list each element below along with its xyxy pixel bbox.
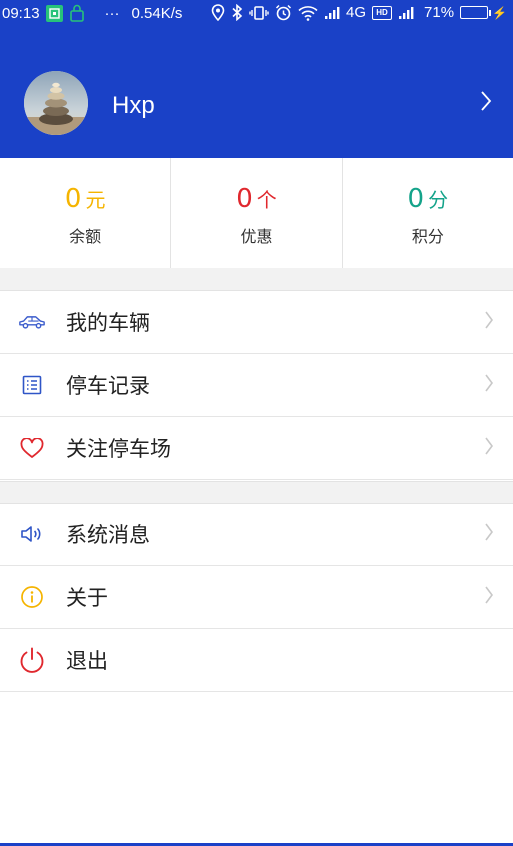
menu-item-followed-parking[interactable]: 关注停车场 — [0, 417, 513, 480]
menu-item-label: 系统消息 — [66, 523, 150, 547]
chevron-right-icon — [484, 373, 494, 397]
menu-group-vehicles: 我的车辆 停车记录 关注停车场 — [0, 291, 513, 480]
screenshot-notification-icon — [45, 4, 63, 22]
stat-label: 优惠 — [240, 227, 273, 246]
menu-item-system-messages[interactable]: 系统消息 — [0, 503, 513, 566]
chevron-right-icon — [484, 310, 494, 334]
car-icon — [18, 308, 46, 336]
battery-icon: ⚡ — [460, 6, 507, 20]
account-stats: 0元 余额 0个 优惠 0分 积分 — [0, 158, 513, 268]
stat-value: 0分 — [343, 184, 513, 215]
menu-group-system: 系统消息 关于 退出 — [0, 503, 513, 692]
vibrate-icon — [249, 5, 269, 21]
wifi-icon — [298, 5, 318, 21]
section-divider — [0, 268, 513, 291]
chevron-right-icon[interactable] — [480, 90, 492, 116]
list-icon — [18, 371, 46, 399]
bluetooth-icon — [231, 4, 243, 21]
network-type: 4G — [346, 4, 367, 21]
stat-number: 0 — [407, 184, 425, 214]
location-icon — [211, 4, 225, 21]
stat-coupons[interactable]: 0个 优惠 — [170, 158, 341, 268]
chevron-right-icon — [484, 585, 494, 609]
stat-balance[interactable]: 0元 余额 — [0, 158, 170, 268]
hd-badge: HD — [372, 5, 393, 20]
power-icon — [18, 646, 46, 674]
signal-icon — [324, 5, 344, 20]
status-bar: 09:13 ··· 0.54K/s 4G HD 71% ⚡ — [0, 0, 513, 26]
stat-unit: 分 — [428, 188, 449, 212]
menu-item-label: 我的车辆 — [66, 311, 150, 335]
stat-unit: 元 — [85, 188, 106, 212]
stat-points[interactable]: 0分 积分 — [341, 158, 513, 268]
alarm-icon — [275, 4, 292, 21]
section-divider — [0, 481, 513, 504]
menu-item-label: 关于 — [66, 586, 108, 610]
menu-item-about[interactable]: 关于 — [0, 566, 513, 629]
chevron-right-icon — [484, 522, 494, 546]
username: Hxp — [112, 92, 155, 119]
stat-number: 0 — [236, 184, 253, 214]
menu-item-label: 停车记录 — [66, 374, 150, 398]
stat-label: 余额 — [69, 227, 102, 246]
menu-item-logout[interactable]: 退出 — [0, 629, 513, 692]
network-speed: 0.54K/s — [131, 4, 183, 22]
lock-notification-icon — [69, 4, 85, 22]
status-time: 09:13 — [2, 4, 40, 22]
speaker-icon — [18, 520, 46, 548]
more-notifications-icon: ··· — [104, 4, 120, 22]
stat-value: 0个 — [171, 184, 341, 215]
battery-percent: 71% — [424, 4, 455, 21]
menu-item-label: 关注停车场 — [66, 437, 171, 461]
stat-label: 积分 — [411, 227, 444, 246]
heart-icon — [18, 434, 46, 462]
stat-unit: 个 — [256, 188, 277, 212]
chevron-right-icon — [484, 436, 494, 460]
menu-item-parking-records[interactable]: 停车记录 — [0, 354, 513, 417]
signal-icon-secondary — [398, 5, 418, 20]
avatar[interactable] — [24, 71, 88, 135]
stat-value: 0元 — [0, 184, 170, 215]
menu-item-label: 退出 — [66, 649, 108, 673]
stat-number: 0 — [64, 184, 82, 214]
info-icon — [18, 583, 46, 611]
menu-item-my-vehicles[interactable]: 我的车辆 — [0, 291, 513, 354]
profile-header[interactable]: 09:13 ··· 0.54K/s 4G HD 71% ⚡ Hxp — [0, 0, 513, 158]
